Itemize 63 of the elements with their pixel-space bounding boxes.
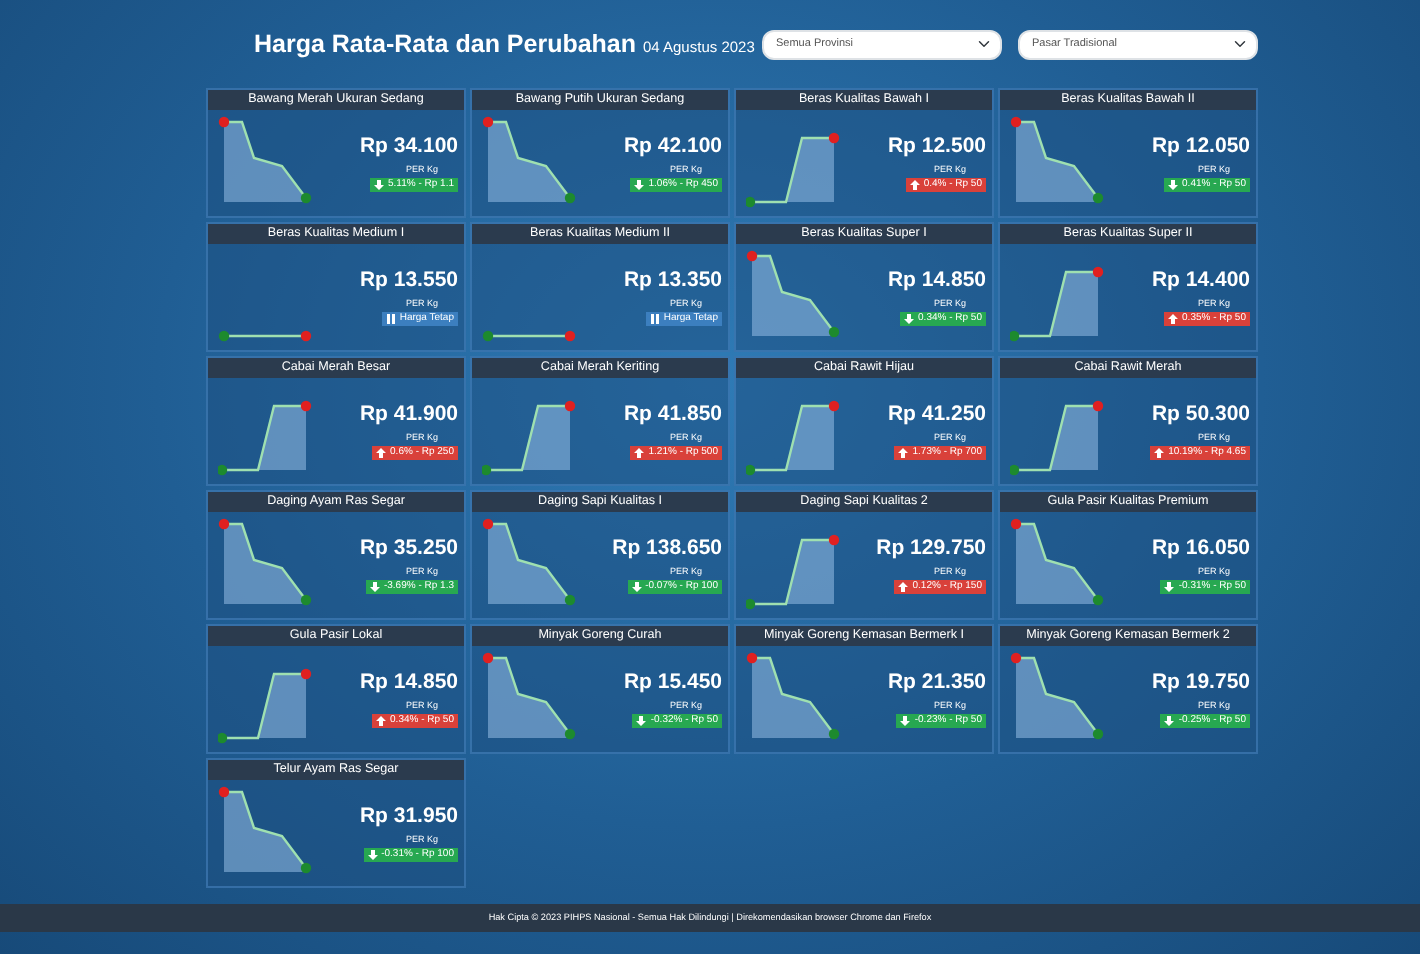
pause-icon: [649, 314, 660, 324]
price-text: Rp 12.050: [1151, 134, 1250, 160]
price-text: Rp 13.350: [623, 268, 722, 294]
arrow-down-icon: [369, 582, 380, 592]
sparkline-drawing: [482, 116, 576, 204]
sparkline-drawing: [482, 652, 576, 740]
sparkline-drawing: [218, 668, 312, 744]
sparkline-drawing: [482, 400, 576, 476]
price-text: Rp 13.550: [359, 268, 458, 294]
arrow-down-icon: [904, 314, 915, 324]
sparkline-drawing: [1010, 116, 1104, 204]
arrow-down-icon: [631, 582, 642, 592]
price-text: Rp 42.100: [623, 134, 722, 160]
sparkline-drawing: [1010, 400, 1104, 476]
arrow-up-icon: [898, 582, 909, 592]
price-text: Rp 129.750: [876, 536, 986, 562]
price-text: Rp 138.650: [612, 536, 722, 562]
arrow-up-icon: [1154, 448, 1165, 458]
sparkline-drawing: [218, 518, 312, 606]
price-text: Rp 41.900: [359, 402, 458, 428]
arrow-up-icon: [1168, 314, 1179, 324]
arrow-up-icon: [634, 448, 645, 458]
arrow-down-icon: [1168, 180, 1179, 190]
sparkline-drawing: [218, 786, 312, 874]
sparkline-drawing: [218, 400, 312, 476]
arrow-down-icon: [634, 180, 645, 190]
arrow-down-icon: [1164, 716, 1175, 726]
arrow-down-icon: [367, 850, 378, 860]
price-text: Rp 41.250: [887, 402, 986, 428]
arrow-down-icon: [900, 716, 911, 726]
price-text: Rp 50.300: [1151, 402, 1250, 428]
price-text: Rp 41.850: [623, 402, 722, 428]
sparkline-drawing: [1010, 518, 1104, 606]
sparkline-drawing: [482, 518, 576, 606]
pause-icon: [385, 314, 396, 324]
price-text: Rp 34.100: [359, 134, 458, 160]
arrow-up-icon: [909, 180, 920, 190]
price-text: Rp 14.850: [359, 670, 458, 696]
sparkline-drawing: [746, 534, 840, 610]
sparkline-drawing: [218, 330, 312, 342]
arrow-up-icon: [376, 716, 387, 726]
sparkline-drawing: [1010, 652, 1104, 740]
price-text: Rp 16.050: [1151, 536, 1250, 562]
sparkline-drawing: [482, 330, 576, 342]
sparkline-drawing: [1010, 266, 1104, 342]
price-text: Rp 15.450: [623, 670, 722, 696]
arrow-down-icon: [1164, 582, 1175, 592]
sparkline-drawing: [746, 250, 840, 338]
arrow-down-icon: [636, 716, 647, 726]
price-text: Rp 35.250: [359, 536, 458, 562]
price-text: Rp 14.850: [887, 268, 986, 294]
price-text: Rp 19.750: [1151, 670, 1250, 696]
arrow-up-icon: [376, 448, 387, 458]
price-text: Rp 14.400: [1151, 268, 1250, 294]
price-text: Rp 21.350: [887, 670, 986, 696]
sparkline-drawing: [746, 132, 840, 208]
sparkline-drawing: [746, 400, 840, 476]
sparkline-drawing: [218, 116, 312, 204]
arrow-down-icon: [374, 180, 385, 190]
arrow-up-icon: [898, 448, 909, 458]
price-text: Rp 31.950: [359, 804, 458, 830]
sparkline-drawing: [746, 652, 840, 740]
price-text: Rp 12.500: [887, 134, 986, 160]
